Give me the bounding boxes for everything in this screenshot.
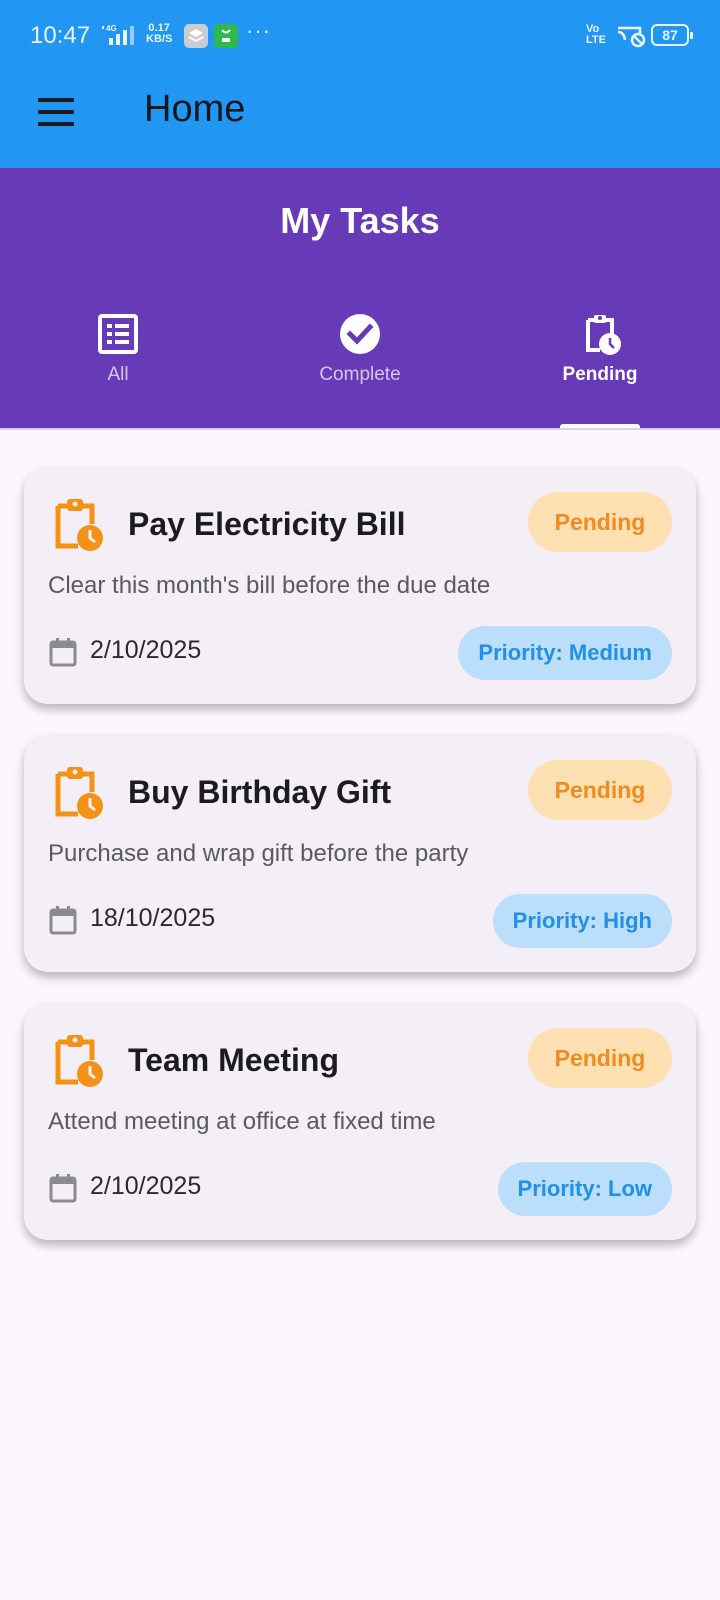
header-divider <box>0 428 720 430</box>
priority-badge: Priority: High <box>492 894 672 948</box>
task-date: 2/10/2025 <box>90 1172 202 1200</box>
status-time: 10:47 <box>30 22 91 49</box>
pending-clipboard-icon <box>586 315 621 355</box>
battery-icon: 87 <box>651 24 693 46</box>
app-bar: 10:47 4G 0.17 KB/S ··· Vo LTE 87 Home <box>0 0 720 168</box>
task-card[interactable]: Team Meeting Pending Attend meeting at o… <box>24 1004 696 1240</box>
wallet-app-icon <box>214 24 238 48</box>
pending-task-icon <box>55 767 103 819</box>
tab-all[interactable]: All <box>28 312 208 386</box>
page-title: Home <box>144 88 246 130</box>
tab-all-label: All <box>107 364 129 385</box>
task-title: Team Meeting <box>128 1042 339 1078</box>
status-bar: 10:47 4G 0.17 KB/S ··· Vo LTE 87 <box>0 0 720 72</box>
priority-badge: Priority: Low <box>497 1162 672 1216</box>
check-circle-icon <box>340 314 380 354</box>
more-notifications-icon: ··· <box>246 18 271 43</box>
menu-icon[interactable] <box>30 88 82 136</box>
calendar-icon <box>49 906 77 935</box>
layers-app-icon <box>184 24 208 48</box>
task-card[interactable]: Pay Electricity Bill Pending Clear this … <box>24 468 696 704</box>
priority-badge: Priority: Medium <box>458 626 672 680</box>
cast-icon <box>617 26 646 48</box>
status-badge: Pending <box>528 760 672 820</box>
task-card[interactable]: Buy Birthday Gift Pending Purchase and w… <box>24 736 696 972</box>
pending-task-icon <box>55 499 103 551</box>
status-badge: Pending <box>528 492 672 552</box>
signal-icon: 4G <box>102 24 134 45</box>
tasks-title: My Tasks <box>280 200 440 241</box>
tab-complete-label: Complete <box>319 364 401 385</box>
calendar-icon <box>49 1174 77 1203</box>
pending-task-icon <box>55 1035 103 1087</box>
status-badge: Pending <box>528 1028 672 1088</box>
volte-icon: Vo LTE <box>586 23 606 46</box>
task-description: Attend meeting at office at fixed time <box>48 1108 436 1135</box>
calendar-icon <box>49 638 77 667</box>
task-title: Pay Electricity Bill <box>128 506 406 542</box>
task-date: 18/10/2025 <box>90 904 216 932</box>
list-icon <box>98 314 138 354</box>
tab-pending[interactable]: Pending <box>510 312 690 386</box>
task-description: Clear this month's bill before the due d… <box>48 572 491 599</box>
tab-complete[interactable]: Complete <box>270 312 450 386</box>
task-title: Buy Birthday Gift <box>128 774 392 810</box>
task-description: Purchase and wrap gift before the party <box>48 840 469 867</box>
network-type: 4G <box>106 24 117 33</box>
tab-pending-label: Pending <box>562 364 638 385</box>
task-date: 2/10/2025 <box>90 636 202 664</box>
network-speed: 0.17 KB/S <box>146 23 172 45</box>
speed-unit: KB/S <box>146 33 173 45</box>
